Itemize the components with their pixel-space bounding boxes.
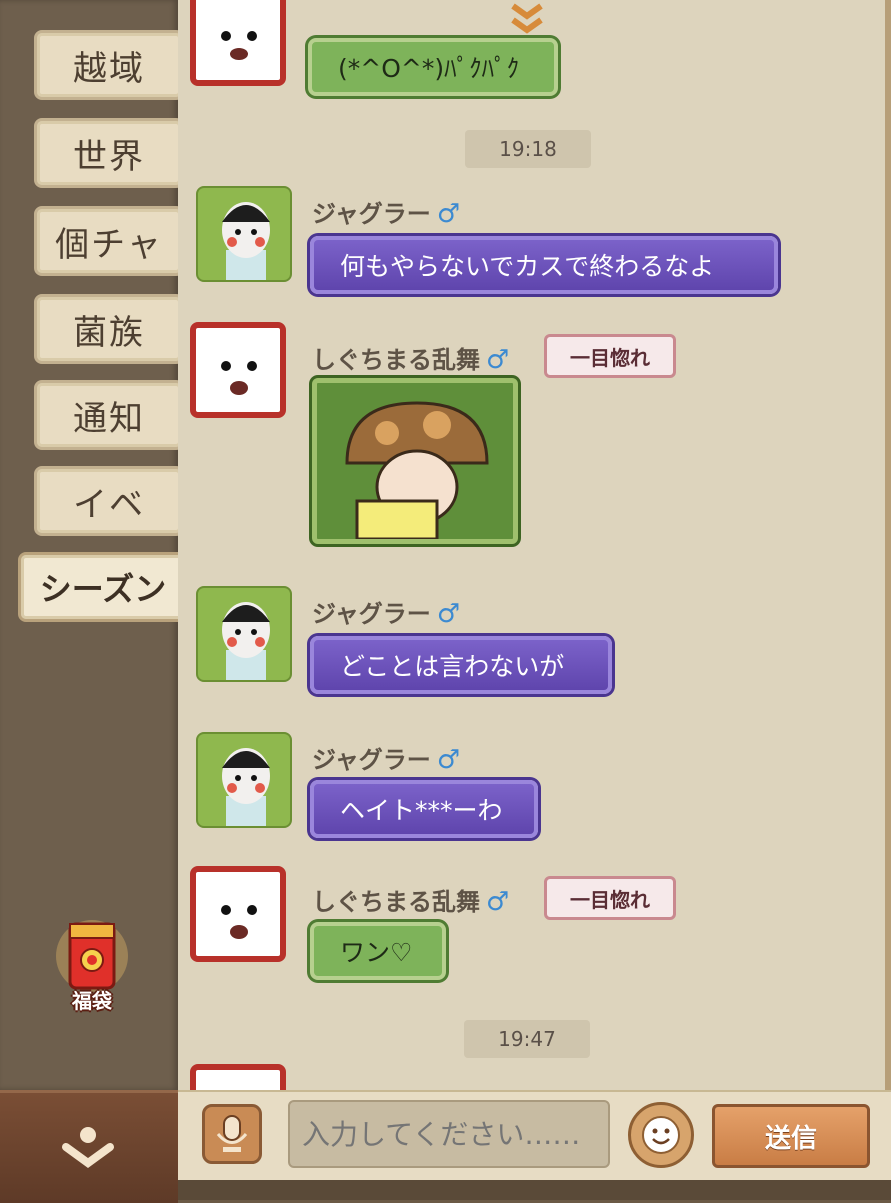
tab-etsuiki[interactable]: 越域 xyxy=(34,30,184,100)
message-bubble[interactable]: どことは言わないが xyxy=(310,636,612,694)
dog-face-icon xyxy=(221,361,257,395)
channel-sidebar: 越域 世界 個チャ 菌族 通知 イベ シーズン 福袋 xyxy=(0,0,188,1090)
avatar[interactable] xyxy=(196,732,292,828)
avatar[interactable] xyxy=(190,1064,286,1090)
tab-notifications[interactable]: 通知 xyxy=(34,380,184,450)
dog-face-icon xyxy=(221,31,257,60)
sender-name: ジャグラー ♂ xyxy=(312,745,461,775)
lucky-bag-button[interactable]: 福袋 xyxy=(56,914,128,1014)
lucky-bag-label: 福袋 xyxy=(72,989,112,1013)
avatar[interactable] xyxy=(190,322,286,418)
tab-events[interactable]: イベ xyxy=(34,466,184,536)
boy-face-icon xyxy=(222,202,270,280)
bottom-bar xyxy=(178,1180,891,1200)
sender-name: ジャグラー ♂ xyxy=(312,599,461,629)
collapse-sidebar-button[interactable] xyxy=(0,1090,178,1203)
title-badge: 一目惚れ xyxy=(544,876,676,920)
male-icon: ♂ xyxy=(486,887,510,917)
chat-message-input[interactable] xyxy=(288,1100,610,1168)
tab-season[interactable]: シーズン xyxy=(18,552,188,622)
microphone-icon xyxy=(216,1115,248,1152)
male-icon: ♂ xyxy=(486,345,510,375)
emoji-button[interactable] xyxy=(628,1102,694,1168)
message-bubble[interactable]: ワン♡ xyxy=(310,922,446,980)
avatar[interactable] xyxy=(190,866,286,962)
dog-face-icon xyxy=(221,905,257,939)
male-icon: ♂ xyxy=(436,599,461,629)
chevron-down-icon xyxy=(62,1127,114,1168)
smiley-icon xyxy=(642,1116,680,1154)
male-icon: ♂ xyxy=(436,199,461,229)
tab-private-chat[interactable]: 個チャ xyxy=(34,206,184,276)
timestamp: 19:47 xyxy=(464,1020,590,1058)
sender-name: しぐちまる乱舞 ♂ xyxy=(312,887,510,917)
timestamp: 19:18 xyxy=(465,130,591,168)
sticker-image[interactable] xyxy=(312,378,518,544)
scroll-up-icon xyxy=(511,3,543,34)
avatar[interactable] xyxy=(190,0,286,86)
message-text: 何もやらないでカスで終わるなよ xyxy=(340,252,715,281)
sender-name: しぐちまる乱舞 ♂ xyxy=(312,345,510,375)
message-bubble[interactable]: 何もやらないでカスで終わるなよ xyxy=(310,236,778,294)
message-text: (*^O^*)ﾊﾟｸﾊﾟｸ xyxy=(338,54,520,83)
message-bubble[interactable]: (*^O^*)ﾊﾟｸﾊﾟｸ xyxy=(308,38,558,96)
tab-world[interactable]: 世界 xyxy=(34,118,184,188)
message-bubble[interactable]: ヘイト***ーわ xyxy=(310,780,538,838)
male-icon: ♂ xyxy=(436,745,461,775)
chat-input-bar: 送信 xyxy=(178,1090,891,1182)
avatar[interactable] xyxy=(196,186,292,282)
message-text: どことは言わないが xyxy=(340,652,565,681)
boy-face-icon xyxy=(222,602,270,680)
message-text: ワン♡ xyxy=(340,938,413,967)
title-badge: 一目惚れ xyxy=(544,334,676,378)
avatar[interactable] xyxy=(196,586,292,682)
boy-face-icon xyxy=(222,748,270,826)
mushroom-sticker-icon xyxy=(345,401,489,539)
voice-input-button[interactable] xyxy=(202,1104,262,1164)
sender-name: ジャグラー ♂ xyxy=(312,199,461,229)
chat-message-list[interactable]: (*^O^*)ﾊﾟｸﾊﾟｸ 19:18 ジャグラー ♂ 何もやらないでカスで終わる… xyxy=(178,0,891,1090)
tab-clan[interactable]: 菌族 xyxy=(34,294,184,364)
message-text: ヘイト***ーわ xyxy=(340,796,503,825)
send-button[interactable]: 送信 xyxy=(712,1104,870,1168)
